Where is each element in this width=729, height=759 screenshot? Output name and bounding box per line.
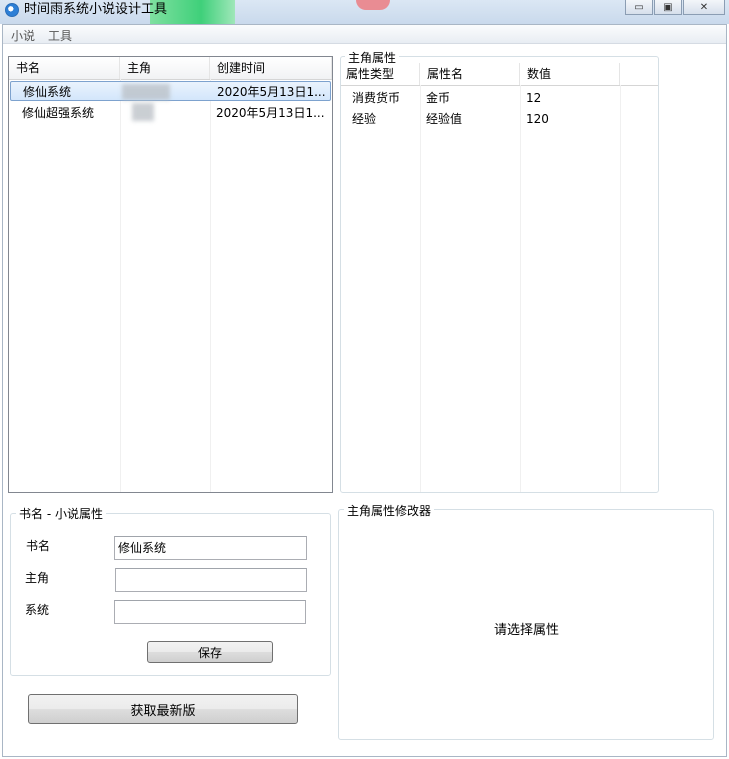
attributes-list[interactable]: 属性类型 属性名 数值 消费货币 金币 12 经验 经验值 120 [341,63,658,492]
redacted-protagonist [122,84,170,100]
cell-attr-value: 120 [526,112,549,126]
close-icon: ✕ [699,1,709,13]
window-title: 时间雨系统小说设计工具 [24,2,168,17]
menu-tools[interactable]: 工具 [48,27,72,44]
table-row[interactable]: 修仙超强系统 2020年5月13日1... [10,103,331,123]
cell-attr-name: 经验值 [426,112,463,126]
column-header-attr-type[interactable]: 属性类型 [341,63,420,85]
novel-list[interactable]: 书名 主角 创建时间 修仙系统 2020年5月13日1... 修仙超强系统 20… [8,56,333,493]
column-header-book-name[interactable]: 书名 [9,57,120,79]
menu-novel[interactable]: 小说 [11,27,35,44]
attributes-list-header: 属性类型 属性名 数值 [341,63,658,86]
book-name-field[interactable]: 修仙系统 [114,536,307,560]
minimize-icon: ▭ [634,1,644,13]
redacted-protagonist [132,103,154,121]
table-row[interactable]: 消费货币 金币 12 [342,88,657,108]
column-divider [120,79,121,492]
select-attribute-prompt: 请选择属性 [494,623,560,638]
maximize-icon: ▣ [663,1,673,13]
table-row[interactable]: 经验 经验值 120 [342,109,657,129]
novel-properties-group-title: 书名 - 小说属性 [16,505,106,522]
save-button[interactable]: 保存 [147,641,273,663]
column-header-attr-name[interactable]: 属性名 [420,63,520,85]
cell-attr-name: 金币 [426,91,451,105]
column-divider [520,85,521,492]
column-header-created-time[interactable]: 创建时间 [210,57,332,79]
cell-attr-type: 经验 [352,112,377,126]
column-header-protagonist[interactable]: 主角 [120,57,210,79]
maximize-button[interactable]: ▣ [654,0,682,15]
column-divider [210,79,211,492]
app-icon [5,3,19,17]
column-header-attr-value[interactable]: 数值 [520,63,620,85]
get-latest-version-button[interactable]: 获取最新版 [28,694,298,724]
table-row[interactable]: 修仙系统 2020年5月13日1... [10,81,331,101]
save-button-label: 保存 [197,645,222,660]
protagonist-label: 主角 [25,571,50,585]
cell-book-name: 修仙系统 [23,85,72,99]
cell-book-name: 修仙超强系统 [22,106,95,120]
novel-list-header: 书名 主角 创建时间 [9,57,332,80]
cell-attr-type: 消费货币 [352,91,401,105]
cell-created-time: 2020年5月13日1... [216,106,325,120]
protagonist-field[interactable] [115,568,307,592]
cell-created-time: 2020年5月13日1... [217,85,326,99]
attribute-modifier-group-title: 主角属性修改器 [344,502,435,519]
menu-bar [3,25,726,44]
system-label: 系统 [25,603,50,617]
close-button[interactable]: ✕ [683,0,725,15]
column-divider [420,85,421,492]
minimize-button[interactable]: ▭ [625,0,653,15]
column-divider [620,85,621,492]
system-field[interactable] [114,600,306,624]
get-latest-version-label: 获取最新版 [130,703,196,719]
book-name-label: 书名 [26,539,51,553]
cell-attr-value: 12 [526,91,542,105]
title-bar-decoration-red [356,0,390,10]
